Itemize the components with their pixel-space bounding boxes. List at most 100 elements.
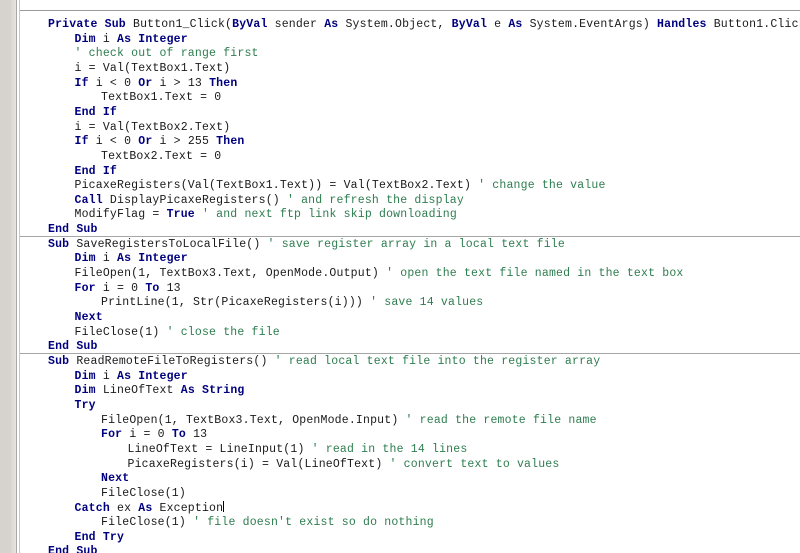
code-token-kw: True xyxy=(166,208,195,222)
code-token-kw: For xyxy=(101,428,123,442)
code-token-plain: Button1.Click xyxy=(706,18,800,31)
code-line: Sub ReadRemoteFileToRegisters() ' read l… xyxy=(48,355,600,368)
code-token-plain: i xyxy=(95,32,117,46)
code-token-plain: i xyxy=(95,252,117,266)
code-line: Dim LineOfText As String xyxy=(75,384,245,397)
code-token-kw: End Sub xyxy=(48,545,98,553)
code-token-kw: Catch xyxy=(74,502,110,516)
code-line: For i = 0 To 13 xyxy=(101,428,207,441)
margin-divider-line xyxy=(16,0,17,553)
code-token-plain: PicaxeRegisters(Val(TextBox1.Text)) = Va… xyxy=(74,179,479,193)
code-line: PicaxeRegisters(Val(TextBox1.Text)) = Va… xyxy=(75,179,606,192)
code-token-kw: Next xyxy=(74,311,103,324)
code-token-plain: FileOpen(1, TextBox3.Text, OpenMode.Outp… xyxy=(74,267,387,281)
code-token-plain: i > 255 xyxy=(152,135,217,149)
code-token-plain: i = Val(TextBox1.Text) xyxy=(74,61,231,75)
code-line: TextBox2.Text = 0 xyxy=(101,150,221,163)
code-line: LineOfText = LineInput(1) ' read in the … xyxy=(128,443,468,456)
code-token-plain: i = Val(TextBox2.Text) xyxy=(74,120,231,134)
code-token-kw: As xyxy=(138,502,153,516)
code-line: FileOpen(1, TextBox3.Text, OpenMode.Outp… xyxy=(75,267,684,280)
code-token-plain: i xyxy=(95,369,117,383)
code-line: TextBox1.Text = 0 xyxy=(101,91,221,104)
code-token-cmt: ' read the remote file name xyxy=(405,413,597,427)
code-line: Catch ex As Exception xyxy=(75,501,225,515)
outlining-margin[interactable] xyxy=(20,0,55,553)
code-token-kw: ByVal xyxy=(232,18,268,31)
code-token-plain: Exception xyxy=(152,502,224,516)
code-token-cmt: ' open the text file named in the text b… xyxy=(386,267,684,281)
code-token-plain: i = 0 xyxy=(95,281,146,295)
code-line: Dim i As Integer xyxy=(75,252,188,265)
code-token-kw: As xyxy=(117,252,132,266)
code-line: FileClose(1) ' close the file xyxy=(75,326,280,339)
code-token-kw: Handles xyxy=(657,18,707,31)
code-token-plain: i < 0 xyxy=(88,135,139,149)
code-line: FileClose(1) ' file doesn't exist so do … xyxy=(101,516,434,529)
code-line: ' check out of range first xyxy=(75,47,259,60)
code-token-plain: FileClose(1) xyxy=(101,486,186,500)
code-token-kw: As xyxy=(180,384,195,398)
code-token-kw: Or xyxy=(138,135,153,149)
code-token-kw: If xyxy=(74,135,89,149)
code-token-kw: Call xyxy=(74,193,103,207)
code-token-plain: FileClose(1) xyxy=(101,516,194,530)
code-line: End Try xyxy=(75,531,125,544)
code-token-kw: Dim xyxy=(74,32,96,46)
code-line: Dim i As Integer xyxy=(75,33,188,46)
code-token-plain: FileClose(1) xyxy=(74,325,167,339)
code-token-kw: ByVal xyxy=(451,18,488,31)
code-token-kw: For xyxy=(74,281,96,295)
code-line: PrintLine(1, Str(PicaxeRegisters(i))) ' … xyxy=(101,296,483,309)
code-token-kw: String xyxy=(202,384,245,398)
code-token-kw: Or xyxy=(138,76,153,90)
text-caret xyxy=(223,501,225,513)
code-token-kw: Integer xyxy=(138,369,188,383)
code-token-kw: Dim xyxy=(74,369,96,383)
code-editor-window: Private Sub Button1_Click(ByVal sender A… xyxy=(0,0,800,553)
code-token-kw: If xyxy=(74,76,89,90)
code-token-cmt: ' and next ftp link skip downloading xyxy=(201,208,457,222)
code-token-plain: FileOpen(1, TextBox3.Text, OpenMode.Inpu… xyxy=(101,413,406,427)
code-token-plain: e xyxy=(487,18,509,31)
code-token-plain: i < 0 xyxy=(88,76,139,90)
code-line: i = Val(TextBox1.Text) xyxy=(75,62,231,75)
code-token-kw: As xyxy=(508,18,523,31)
code-token-kw: Dim xyxy=(74,252,96,266)
code-token-plain: DisplayPicaxeRegisters() xyxy=(102,193,287,207)
code-line: Dim i As Integer xyxy=(75,370,188,383)
code-token-plain: ModifyFlag = xyxy=(74,208,167,222)
selection-margin xyxy=(0,0,16,553)
code-line: Sub SaveRegistersToLocalFile() ' save re… xyxy=(48,238,565,251)
code-token-kw: As xyxy=(117,32,132,46)
code-token-kw: Integer xyxy=(138,32,188,46)
code-text-area[interactable]: Private Sub Button1_Click(ByVal sender A… xyxy=(40,0,800,553)
code-token-plain: sender xyxy=(267,18,325,31)
code-token-plain: LineOfText = LineInput(1) xyxy=(127,442,312,456)
code-token-cmt: ' convert text to values xyxy=(389,457,560,471)
code-token-plain: SaveRegistersToLocalFile() xyxy=(69,237,268,251)
code-line: If i < 0 Or i > 13 Then xyxy=(75,77,238,90)
code-token-cmt: ' read local text file into the register… xyxy=(274,354,601,368)
code-token-cmt: ' close the file xyxy=(166,325,280,339)
code-token-kw: End Try xyxy=(74,530,125,544)
code-token-kw: Private Sub xyxy=(48,18,133,31)
code-line: Next xyxy=(75,311,103,324)
code-line: ModifyFlag = True ' and next ftp link sk… xyxy=(75,208,457,221)
code-token-plain: TextBox1.Text = 0 xyxy=(101,91,222,105)
code-line: End Sub xyxy=(48,223,98,236)
code-token-plain: 13 xyxy=(186,428,208,442)
code-token-kw: End If xyxy=(74,105,117,119)
code-token-plain: System.EventArgs) xyxy=(522,18,658,31)
code-token-plain: LineOfText xyxy=(95,384,181,398)
code-line: FileOpen(1, TextBox3.Text, OpenMode.Inpu… xyxy=(101,414,597,427)
code-token-kw: Then xyxy=(209,76,238,90)
code-token-kw: End Sub xyxy=(48,223,98,237)
code-token-kw: As xyxy=(324,18,339,31)
code-line: Call DisplayPicaxeRegisters() ' and refr… xyxy=(75,194,464,207)
code-token-kw: To xyxy=(171,428,186,442)
code-line: End Sub xyxy=(48,340,98,353)
code-token-kw: Dim xyxy=(74,384,96,398)
